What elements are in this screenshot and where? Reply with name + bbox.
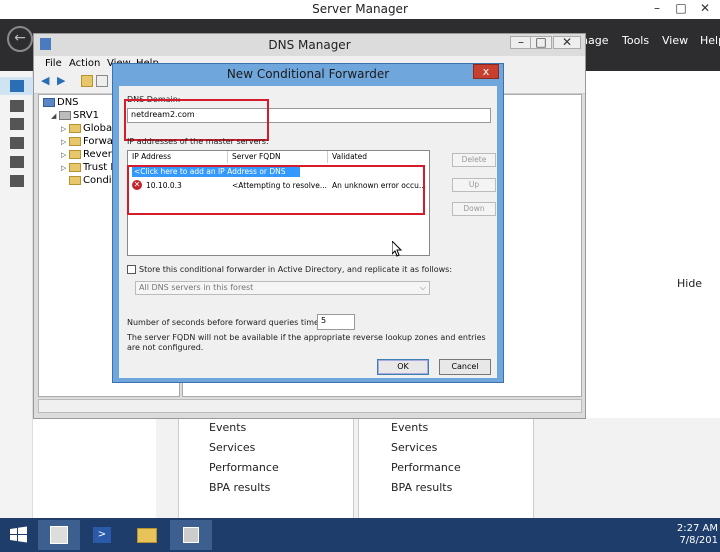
tile-2-services-link[interactable]: Services: [391, 441, 437, 454]
tile-1-performance-link[interactable]: Performance: [209, 461, 279, 474]
down-button[interactable]: Down: [452, 202, 496, 216]
new-conditional-forwarder-dialog: New Conditional Forwarder x DNS Domain: …: [112, 63, 504, 383]
folder-icon: [137, 528, 157, 543]
col-validated[interactable]: Validated: [328, 151, 429, 163]
highlight-box-ip-list: [127, 165, 425, 215]
tree-item-conditional-forwarders[interactable]: Conditi: [61, 175, 118, 186]
menu-tools[interactable]: Tools: [622, 34, 649, 47]
all-servers-icon[interactable]: [10, 118, 24, 130]
hide-link[interactable]: Hide: [677, 277, 702, 290]
folder-icon: [69, 162, 81, 172]
clock-time: 2:27 AM: [676, 523, 718, 534]
sm-close-button[interactable]: ✕: [694, 0, 716, 19]
windows-logo-icon: [10, 526, 27, 543]
master-servers-label: IP addresses of the master servers:: [127, 137, 269, 146]
replication-scope-select[interactable]: All DNS servers in this forest ⌵: [135, 281, 430, 295]
menu-view[interactable]: View: [662, 34, 688, 47]
tile-1-events-link[interactable]: Events: [209, 421, 246, 434]
timeout-input[interactable]: 5: [317, 314, 355, 330]
dns-role-icon[interactable]: [10, 156, 24, 168]
highlight-box-domain: [124, 99, 269, 141]
folder-icon: [69, 136, 81, 146]
replication-scope-value: All DNS servers in this forest: [139, 283, 254, 292]
store-ad-label: Store this conditional forwarder in Acti…: [139, 265, 453, 274]
folder-icon: [69, 123, 81, 133]
sm-minimize-button[interactable]: –: [646, 0, 668, 19]
server-manager-title: Server Manager: [0, 0, 720, 19]
dns-menu-action[interactable]: Action: [69, 58, 100, 69]
taskbar-clock[interactable]: 2:27 AM 7/8/201: [677, 523, 718, 547]
chevron-down-icon: ⌵: [419, 283, 426, 292]
dns-minimize-button[interactable]: –: [510, 36, 532, 49]
dns-menu-file[interactable]: File: [45, 58, 62, 69]
tree-item-trust-points[interactable]: ▷ Trust P: [61, 162, 116, 173]
mouse-cursor-icon: [392, 241, 402, 257]
server-icon: [59, 110, 71, 120]
menu-help[interactable]: Help: [700, 34, 720, 47]
dialog-close-button[interactable]: x: [473, 64, 499, 79]
folder-icon: [69, 175, 81, 185]
properties-icon[interactable]: [96, 75, 108, 87]
tree-item-server[interactable]: ◢ SRV1: [51, 110, 99, 121]
taskbar-server-manager[interactable]: [38, 520, 80, 550]
taskbar-file-explorer[interactable]: [126, 520, 168, 550]
folder-icon: [69, 149, 81, 159]
dns-manager-icon: [183, 527, 199, 543]
dialog-body: DNS Domain: netdream2.com IP addresses o…: [119, 86, 497, 378]
timeout-label: Number of seconds before forward queries…: [127, 318, 338, 327]
tile-2-bpa-link[interactable]: BPA results: [391, 481, 452, 494]
file-services-icon[interactable]: [10, 175, 24, 187]
back-icon[interactable]: ◀: [41, 75, 53, 87]
clock-date: 7/8/201: [679, 535, 718, 546]
server-manager-icon: [50, 526, 68, 544]
store-ad-checkbox[interactable]: [127, 265, 136, 274]
dns-close-button[interactable]: ✕: [553, 36, 581, 49]
ad-ds-icon[interactable]: [10, 137, 24, 149]
col-server-fqdn[interactable]: Server FQDN: [228, 151, 328, 163]
dns-node-icon: [43, 97, 55, 107]
tree-item-dns[interactable]: DNS: [43, 97, 79, 108]
cancel-button[interactable]: Cancel: [439, 359, 491, 375]
forward-icon[interactable]: ▶: [57, 75, 69, 87]
tile-1-services-link[interactable]: Services: [209, 441, 255, 454]
reverse-lookup-note: The server FQDN will not be available if…: [127, 333, 486, 352]
tile-2-performance-link[interactable]: Performance: [391, 461, 461, 474]
col-ip-address[interactable]: IP Address: [128, 151, 228, 163]
dns-manager-title: DNS Manager: [268, 38, 351, 52]
back-arrow-icon[interactable]: ←: [7, 26, 33, 52]
delete-button[interactable]: Delete: [452, 153, 496, 167]
ok-button[interactable]: OK: [377, 359, 429, 375]
dns-status-bar: [38, 399, 582, 413]
powershell-icon: >: [93, 527, 111, 543]
dashboard-icon[interactable]: [10, 80, 24, 92]
up-button[interactable]: Up: [452, 178, 496, 192]
tile-1-bpa-link[interactable]: BPA results: [209, 481, 270, 494]
dialog-title: New Conditional Forwarder: [226, 67, 390, 81]
taskbar-powershell[interactable]: >: [81, 520, 123, 550]
tile-2-events-link[interactable]: Events: [391, 421, 428, 434]
local-server-icon[interactable]: [10, 100, 24, 112]
dns-maximize-button[interactable]: □: [530, 36, 552, 49]
show-tree-icon[interactable]: [81, 75, 93, 87]
dns-app-icon: [40, 38, 51, 50]
sm-maximize-button[interactable]: □: [670, 0, 692, 19]
taskbar-dns-manager[interactable]: [170, 520, 212, 550]
